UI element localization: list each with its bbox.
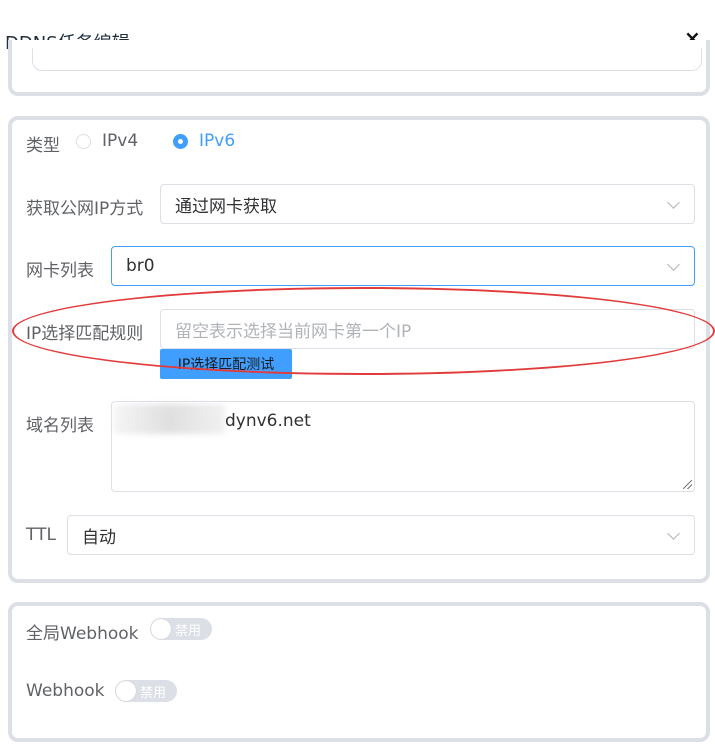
radio-ipv6-dot [173, 133, 188, 149]
chevron-down-icon [667, 527, 680, 540]
nic-list-select[interactable]: br0 [111, 246, 695, 286]
previous-field-input[interactable] [32, 48, 702, 71]
chevron-down-icon [667, 258, 680, 271]
radio-ipv6[interactable]: IPv6 [173, 131, 235, 151]
domain-list-value: dynv6.net [225, 411, 311, 431]
resize-grip-icon[interactable] [683, 480, 692, 489]
switch-knob [116, 681, 136, 701]
radio-ipv4-label: IPv4 [102, 131, 139, 151]
domain-list-label: 域名列表 [26, 416, 94, 436]
redacted-domain-prefix [113, 404, 225, 434]
chevron-down-icon [667, 196, 680, 209]
ip-method-value: 通过网卡获取 [175, 196, 277, 217]
previous-section-card [8, 40, 710, 96]
ip-method-select[interactable]: 通过网卡获取 [160, 184, 695, 224]
radio-ipv4[interactable]: IPv4 [76, 131, 138, 151]
radio-ipv4-dot [76, 133, 91, 149]
type-label: 类型 [26, 136, 60, 156]
webhook-label: Webhook [26, 681, 105, 701]
ip-rule-label: IP选择匹配规则 [26, 324, 144, 344]
global-webhook-switch-text: 禁用 [175, 623, 202, 639]
webhook-switch[interactable]: 禁用 [115, 680, 177, 702]
ip-method-label: 获取公网IP方式 [26, 199, 144, 219]
ip-rule-placeholder: 留空表示选择当前网卡第一个IP [175, 321, 412, 342]
global-webhook-switch[interactable]: 禁用 [150, 618, 212, 640]
ttl-label: TTL [26, 525, 56, 545]
ip-rule-input[interactable]: 留空表示选择当前网卡第一个IP [160, 309, 695, 349]
ttl-select[interactable]: 自动 [67, 515, 695, 555]
nic-list-value: br0 [126, 256, 155, 276]
ip-rule-test-button[interactable]: IP选择匹配测试 [160, 349, 292, 379]
switch-knob [151, 619, 171, 639]
webhook-switch-text: 禁用 [140, 685, 167, 701]
nic-list-label: 网卡列表 [26, 261, 94, 281]
radio-ipv6-label: IPv6 [199, 131, 236, 151]
global-webhook-label: 全局Webhook [26, 624, 139, 644]
ttl-value: 自动 [82, 527, 116, 548]
